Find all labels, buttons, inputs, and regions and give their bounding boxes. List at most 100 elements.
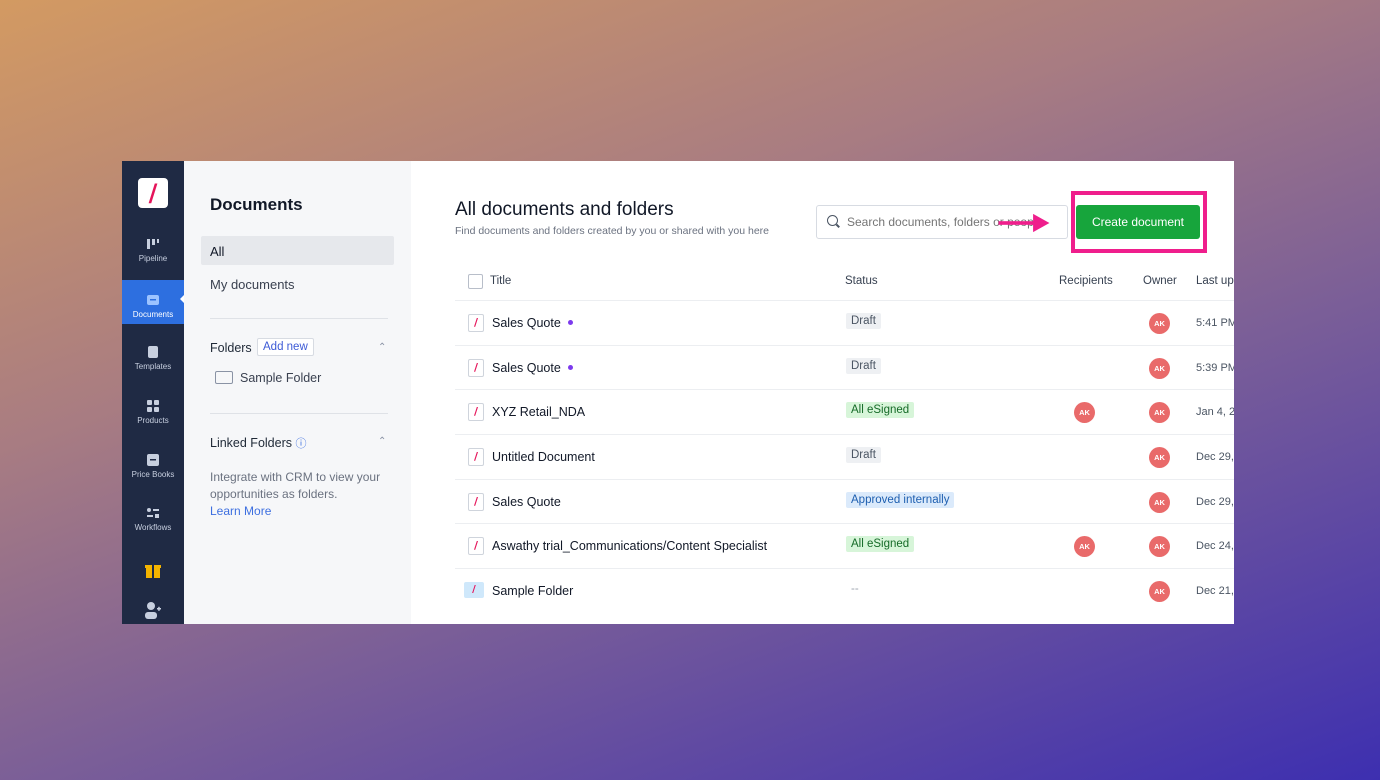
- status-badge: All eSigned: [846, 402, 915, 418]
- col-title[interactable]: Title: [490, 275, 511, 287]
- owner-avatar: AK: [1149, 536, 1170, 557]
- rail-item-documents[interactable]: Documents: [122, 280, 185, 324]
- add-new-folder-button[interactable]: Add new: [257, 338, 314, 356]
- rail-item-invite[interactable]: [122, 601, 184, 622]
- table-row[interactable]: / Sales Quote Approved internally AK Dec…: [455, 479, 1234, 524]
- unread-dot: [567, 320, 573, 325]
- owner-avatar: AK: [1149, 581, 1170, 602]
- linked-folders-heading: Linked Folders ⓘ: [210, 435, 306, 451]
- sidebar-folder-item[interactable]: Sample Folder: [215, 371, 321, 385]
- nav-my-documents[interactable]: My documents: [210, 277, 295, 292]
- table-row[interactable]: / Aswathy trial_Communications/Content S…: [455, 523, 1234, 568]
- last-updated: Dec 29,: [1196, 496, 1234, 508]
- rail-item-templates[interactable]: Templates: [122, 345, 184, 371]
- page-title: All documents and folders: [455, 199, 674, 220]
- owner-avatar: AK: [1149, 492, 1170, 513]
- learn-more-link[interactable]: Learn More: [210, 504, 271, 518]
- rail-label: Workflows: [134, 523, 172, 532]
- select-all-checkbox[interactable]: [468, 274, 483, 289]
- status-badge: Draft: [846, 447, 881, 463]
- table-row[interactable]: / Sample Folder -- AK Dec 21,: [455, 568, 1234, 613]
- nav-all[interactable]: All: [201, 236, 394, 265]
- products-icon: [147, 400, 159, 412]
- app-rail: / Pipeline Documents Templates Products …: [122, 161, 185, 624]
- documents-icon: [147, 295, 159, 305]
- folder-icon: /: [464, 582, 484, 598]
- rail-item-gift[interactable]: [122, 561, 184, 582]
- status-badge: Draft: [846, 313, 881, 329]
- document-icon: /: [468, 448, 484, 466]
- last-updated: Dec 21,: [1196, 585, 1234, 597]
- owner-avatar: AK: [1149, 313, 1170, 334]
- row-title: Untitled Document: [492, 450, 595, 464]
- divider: [210, 413, 388, 414]
- col-owner[interactable]: Owner: [1143, 275, 1177, 287]
- workflows-icon: [147, 508, 159, 518]
- documents-sidebar: Documents All My documents Folders Add n…: [184, 161, 411, 624]
- rail-label: Price Books: [131, 470, 175, 479]
- document-icon: /: [468, 314, 484, 332]
- row-title-text: Sales Quote: [492, 316, 561, 330]
- gift-icon: [145, 565, 161, 578]
- linked-folders-label: Linked Folders: [210, 436, 292, 450]
- app-logo[interactable]: /: [138, 178, 168, 208]
- document-icon: /: [468, 403, 484, 421]
- status-badge: Draft: [846, 358, 881, 374]
- linked-folders-description: Integrate with CRM to view your opportun…: [210, 469, 395, 520]
- rail-item-workflows[interactable]: Workflows: [122, 506, 184, 532]
- templates-icon: [148, 346, 158, 358]
- rail-label: Pipeline: [138, 254, 168, 263]
- last-updated: 5:39 PM: [1196, 362, 1234, 374]
- owner-avatar: AK: [1149, 358, 1170, 379]
- search-icon: [827, 215, 838, 226]
- folder-item-label: Sample Folder: [240, 371, 322, 385]
- col-last-updated[interactable]: Last up: [1196, 275, 1234, 287]
- rail-label: Products: [137, 416, 169, 425]
- rail-item-products[interactable]: Products: [122, 399, 184, 425]
- info-icon[interactable]: ⓘ: [295, 438, 306, 450]
- nav-all-label: All: [210, 244, 225, 259]
- chevron-up-icon[interactable]: ⌃: [378, 342, 386, 353]
- document-icon: /: [468, 493, 484, 511]
- document-icon: /: [468, 537, 484, 555]
- row-title: Aswathy trial_Communications/Content Spe…: [492, 539, 768, 553]
- table-row[interactable]: / XYZ Retail_NDA All eSigned AK AK Jan 4…: [455, 389, 1234, 434]
- sidebar-title: Documents: [210, 195, 303, 214]
- divider: [210, 318, 388, 319]
- table-row[interactable]: / Sales Quote Draft AK 5:39 PM: [455, 345, 1234, 390]
- owner-avatar: AK: [1149, 402, 1170, 423]
- rail-item-price-books[interactable]: Price Books: [122, 453, 184, 479]
- status-badge: --: [851, 583, 859, 595]
- owner-avatar: AK: [1149, 447, 1170, 468]
- unread-dot: [567, 365, 573, 370]
- last-updated: Jan 4, 2: [1196, 406, 1234, 418]
- rail-label: Documents: [132, 310, 174, 319]
- documents-main: All documents and folders Find documents…: [411, 161, 1234, 624]
- status-badge: Approved internally: [846, 492, 955, 508]
- logo-glyph: /: [148, 179, 158, 207]
- table-row[interactable]: / Untitled Document Draft AK Dec 29,: [455, 434, 1234, 479]
- recipient-avatar: AK: [1074, 536, 1095, 557]
- row-title: Sample Folder: [492, 584, 574, 598]
- price-books-icon: [147, 454, 159, 466]
- row-title: Sales Quote: [492, 316, 573, 330]
- col-recipients[interactable]: Recipients: [1059, 275, 1113, 287]
- row-title-text: Sales Quote: [492, 361, 561, 375]
- chevron-up-icon[interactable]: ⌃: [378, 436, 386, 447]
- last-updated: Dec 29,: [1196, 451, 1234, 463]
- create-document-button[interactable]: Create document: [1076, 205, 1200, 239]
- recipient-avatar: AK: [1074, 402, 1095, 423]
- table-row[interactable]: / Sales Quote Draft AK 5:41 PM: [455, 300, 1234, 345]
- linked-desc-text: Integrate with CRM to view your opportun…: [210, 470, 381, 501]
- document-icon: /: [468, 359, 484, 377]
- rail-label: Templates: [134, 362, 172, 371]
- rail-item-pipeline[interactable]: Pipeline: [122, 237, 184, 263]
- folder-icon: [215, 371, 233, 384]
- app-window: / Pipeline Documents Templates Products …: [122, 161, 1234, 624]
- pointer-arrow-icon: [998, 213, 1050, 233]
- row-title: Sales Quote: [492, 495, 561, 509]
- page-subtitle: Find documents and folders created by yo…: [455, 225, 770, 237]
- pipeline-icon: [147, 239, 159, 249]
- col-status[interactable]: Status: [845, 275, 878, 287]
- last-updated: 5:41 PM: [1196, 317, 1234, 329]
